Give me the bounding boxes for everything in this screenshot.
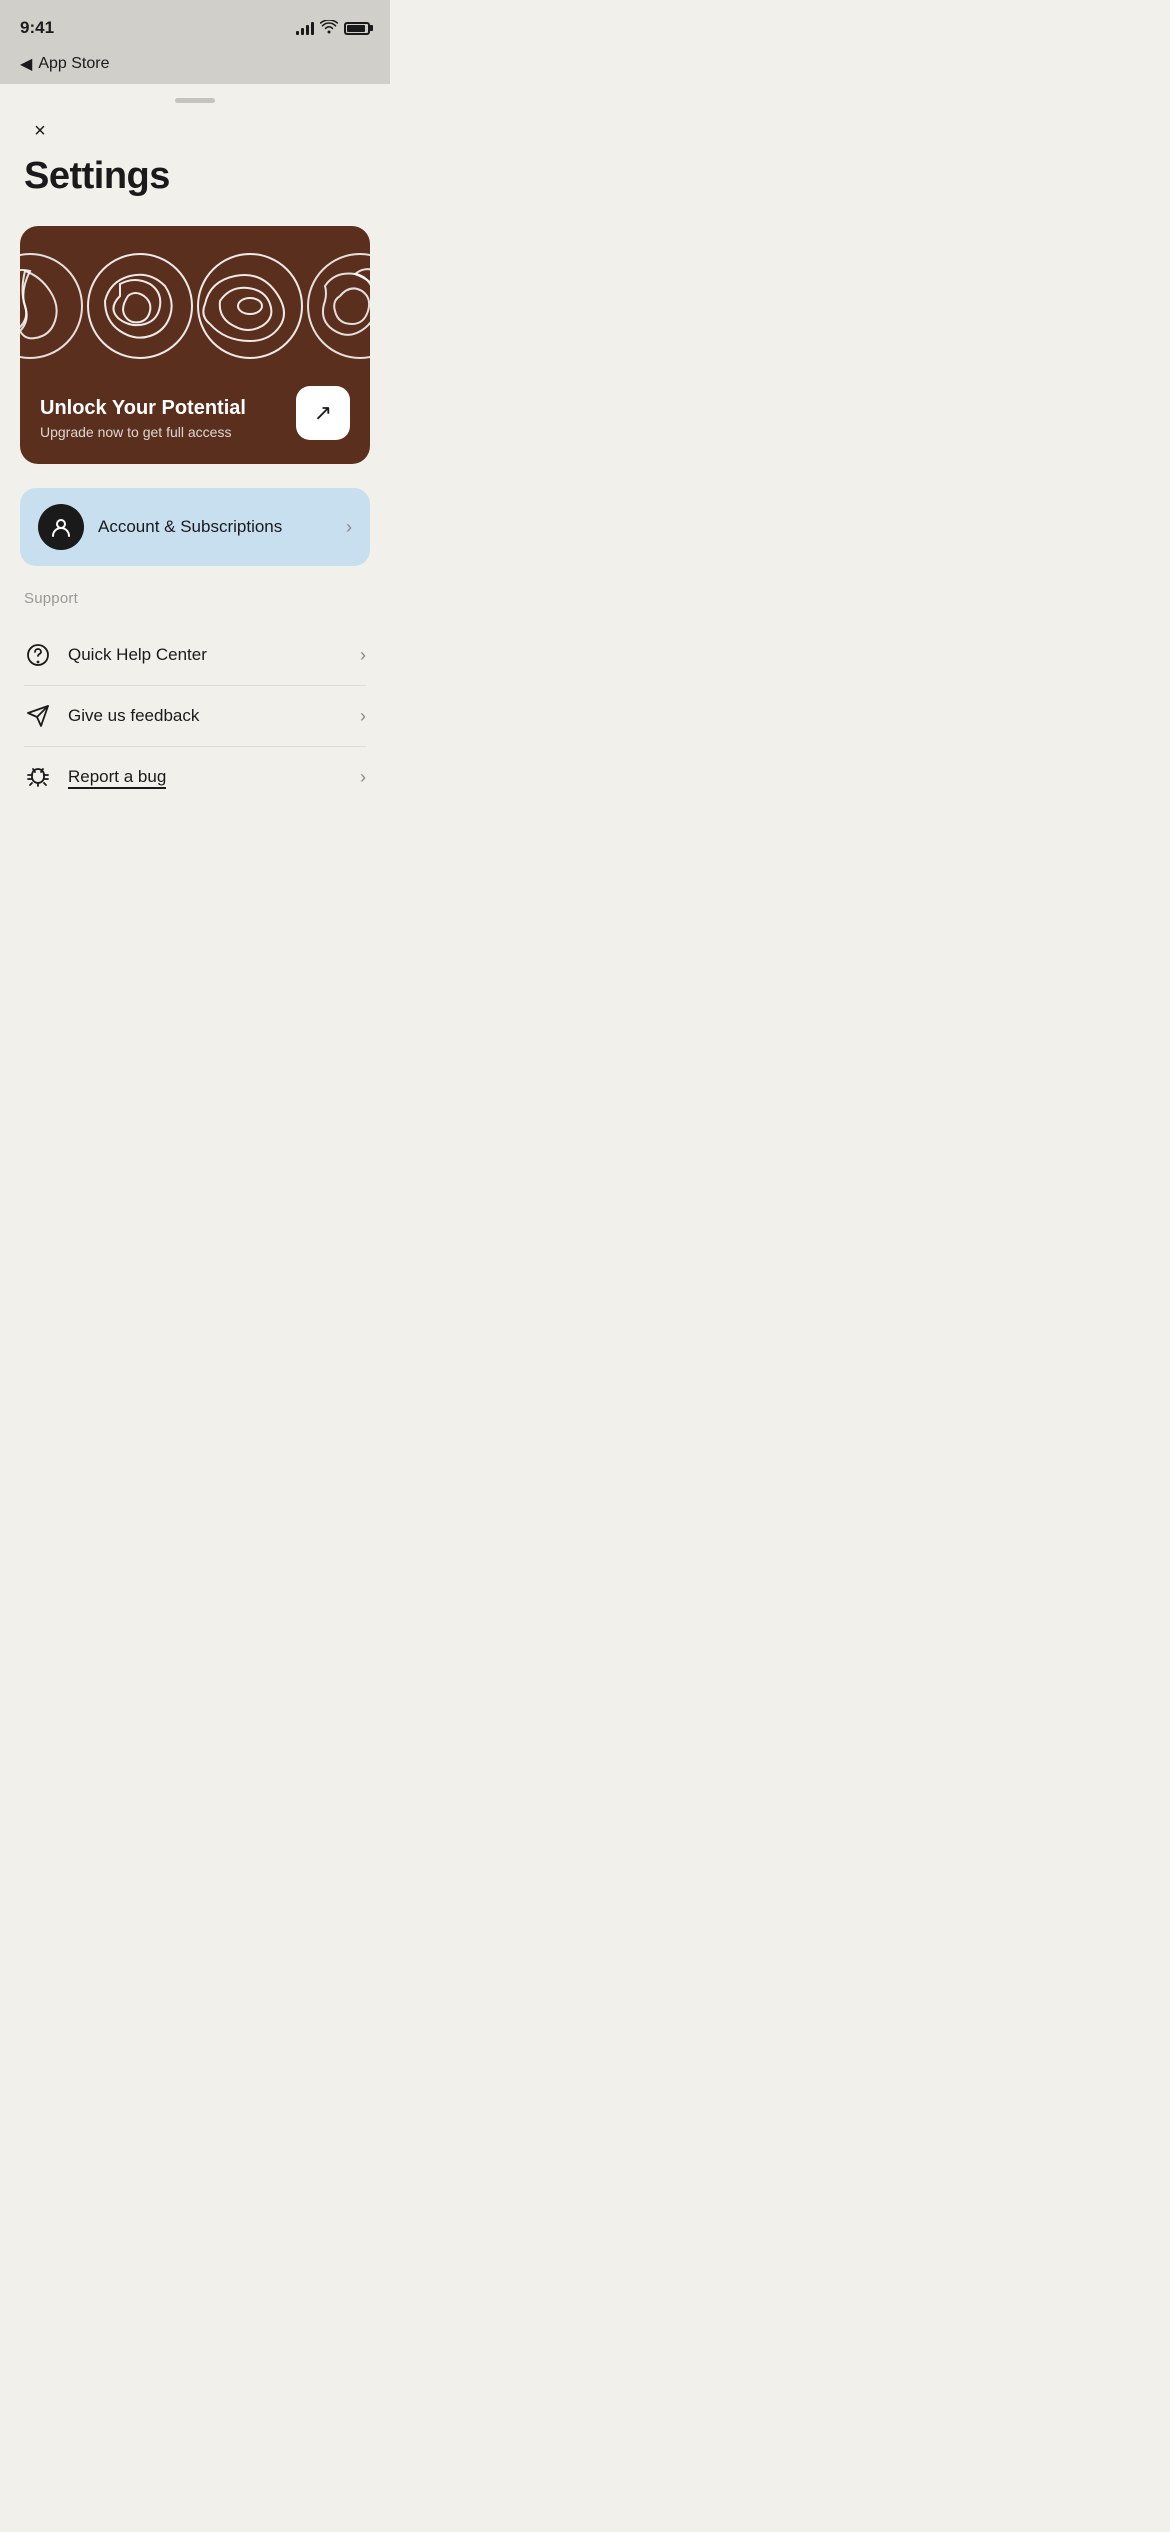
support-section: Support Quick Help Center › Give us <box>24 590 366 807</box>
quick-help-label: Quick Help Center <box>68 645 344 665</box>
battery-icon <box>344 22 370 35</box>
page-title: Settings <box>24 155 366 198</box>
menu-item-report-bug[interactable]: Report a bug › <box>24 747 366 807</box>
upgrade-card[interactable]: Unlock Your Potential Upgrade now to get… <box>20 226 370 464</box>
wifi-icon <box>320 20 338 37</box>
feedback-label: Give us feedback <box>68 706 344 726</box>
account-label: Account & Subscriptions <box>98 517 332 537</box>
chevron-right-icon: › <box>360 767 366 788</box>
chevron-right-icon: › <box>360 645 366 666</box>
upgrade-title: Unlock Your Potential <box>40 397 296 420</box>
menu-item-quick-help[interactable]: Quick Help Center › <box>24 625 366 686</box>
upgrade-card-bottom: Unlock Your Potential Upgrade now to get… <box>20 386 370 440</box>
report-bug-label: Report a bug <box>68 767 344 787</box>
drag-handle[interactable] <box>175 98 215 103</box>
app-store-label: App Store <box>38 55 109 73</box>
account-section: Account & Subscriptions › <box>20 488 370 566</box>
status-bar: 9:41 <box>0 0 390 50</box>
avatar <box>38 504 84 550</box>
close-button[interactable]: × <box>24 115 56 147</box>
upgrade-subtitle: Upgrade now to get full access <box>40 424 296 440</box>
upgrade-arrow-icon: ↗ <box>314 400 332 426</box>
app-store-bar[interactable]: ◀ App Store <box>0 50 390 84</box>
status-time: 9:41 <box>20 18 54 38</box>
chevron-right-icon: › <box>346 517 352 538</box>
bug-icon <box>24 763 52 791</box>
back-arrow-icon: ◀ <box>20 54 32 74</box>
account-card[interactable]: Account & Subscriptions › <box>20 488 370 566</box>
support-section-header: Support <box>24 590 366 607</box>
chevron-right-icon: › <box>360 706 366 727</box>
upgrade-card-decoration <box>20 226 370 386</box>
upgrade-text: Unlock Your Potential Upgrade now to get… <box>40 397 296 440</box>
signal-icon <box>296 21 314 35</box>
status-icons <box>296 20 370 37</box>
menu-item-feedback[interactable]: Give us feedback › <box>24 686 366 747</box>
send-icon <box>24 702 52 730</box>
settings-sheet: × Settings <box>0 98 390 878</box>
question-circle-icon <box>24 641 52 669</box>
upgrade-action-button[interactable]: ↗ <box>296 386 350 440</box>
